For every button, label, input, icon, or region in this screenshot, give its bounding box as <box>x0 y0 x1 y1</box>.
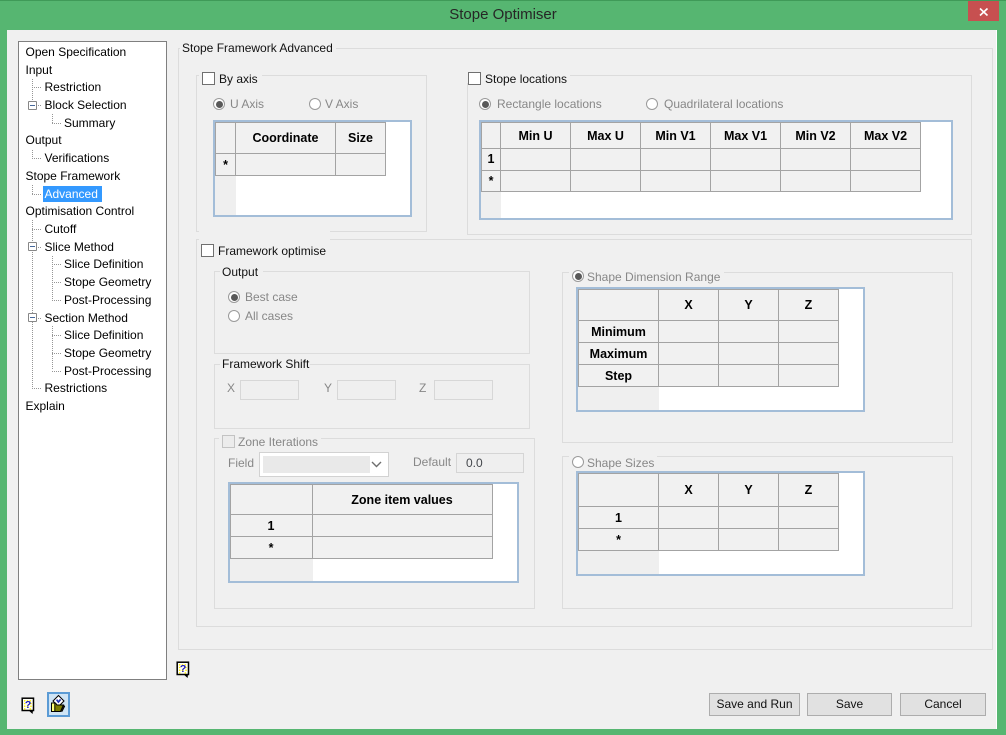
svg-text:?: ? <box>180 663 186 675</box>
svg-text:?: ? <box>25 699 31 711</box>
